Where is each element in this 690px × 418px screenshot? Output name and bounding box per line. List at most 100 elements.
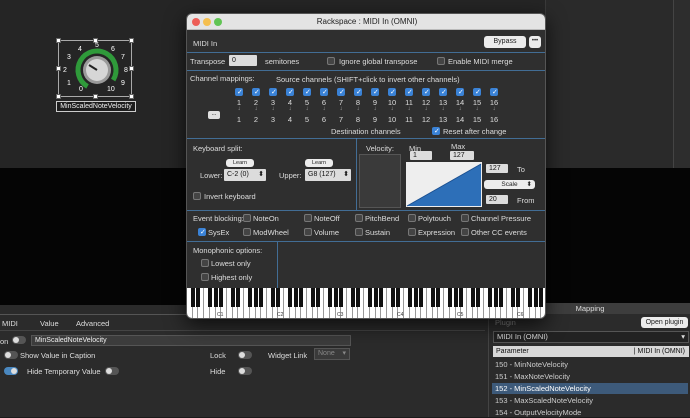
black-key[interactable] [413, 288, 418, 307]
black-key[interactable] [539, 288, 544, 307]
black-key[interactable] [516, 288, 521, 307]
tab-midi[interactable]: MIDI [2, 319, 18, 328]
velocity-mode-select[interactable]: Scale ⬍ [484, 180, 535, 189]
source-channel-checkbox[interactable] [371, 88, 379, 96]
black-key[interactable] [213, 288, 218, 307]
black-key[interactable] [207, 288, 212, 307]
highest-only-checkbox[interactable] [201, 273, 209, 281]
black-key[interactable] [333, 288, 338, 307]
black-key[interactable] [270, 288, 275, 307]
black-key[interactable] [453, 288, 458, 307]
destination-channel-number[interactable]: 12 [420, 115, 432, 124]
source-channel-checkbox[interactable] [405, 88, 413, 96]
event-checkbox[interactable] [408, 214, 416, 222]
hide-toggle[interactable] [238, 367, 252, 375]
black-key[interactable] [247, 288, 252, 307]
black-key[interactable] [230, 288, 235, 307]
source-channel-checkbox[interactable] [473, 88, 481, 96]
event-checkbox[interactable] [355, 228, 363, 236]
reset-after-change-checkbox[interactable] [432, 127, 440, 135]
event-checkbox[interactable] [304, 228, 312, 236]
more-button[interactable]: ••• [529, 36, 541, 48]
learn-upper-button[interactable]: Learn [305, 159, 333, 167]
destination-channel-number[interactable]: 11 [403, 115, 415, 124]
black-key[interactable] [316, 288, 321, 307]
black-key[interactable] [373, 288, 378, 307]
show-value-toggle[interactable] [4, 351, 18, 359]
destination-channel-number[interactable]: 13 [437, 115, 449, 124]
velocity-min-input[interactable]: 1 [410, 151, 432, 160]
source-channel-checkbox[interactable] [422, 88, 430, 96]
param-row[interactable]: 154 - OutputVelocityMode [492, 407, 688, 418]
black-key[interactable] [527, 288, 532, 307]
ignore-transpose-checkbox[interactable] [327, 57, 335, 65]
black-key[interactable] [367, 288, 372, 307]
tab-advanced[interactable]: Advanced [76, 319, 109, 328]
black-key[interactable] [293, 288, 298, 307]
invert-keyboard-checkbox[interactable] [193, 192, 201, 200]
transpose-input[interactable]: 0 [229, 55, 257, 66]
destination-channel-number[interactable]: 10 [386, 115, 398, 124]
source-channel-checkbox[interactable] [303, 88, 311, 96]
velocity-curve[interactable] [406, 162, 482, 207]
source-channel-checkbox[interactable] [456, 88, 464, 96]
black-key[interactable] [287, 288, 292, 307]
hide-temp-toggle[interactable] [4, 367, 18, 375]
black-key[interactable] [430, 288, 435, 307]
black-key[interactable] [219, 288, 224, 307]
black-key[interactable] [390, 288, 395, 307]
knob-dial[interactable] [59, 41, 133, 98]
hide-temp-toggle-2[interactable] [105, 367, 119, 375]
caption-name-field[interactable]: MinScaledNoteVelocity [31, 335, 351, 346]
source-channel-checkbox[interactable] [320, 88, 328, 96]
event-checkbox[interactable] [461, 228, 469, 236]
source-channel-checkbox[interactable] [235, 88, 243, 96]
source-channel-checkbox[interactable] [252, 88, 260, 96]
close-icon[interactable] [192, 18, 200, 26]
enable-merge-checkbox[interactable] [437, 57, 445, 65]
destination-channel-number[interactable]: 3 [267, 115, 279, 124]
black-key[interactable] [510, 288, 515, 307]
black-key[interactable] [253, 288, 258, 307]
source-channel-checkbox[interactable] [286, 88, 294, 96]
black-key[interactable] [407, 288, 412, 307]
source-channel-checkbox[interactable] [490, 88, 498, 96]
destination-channel-number[interactable]: 6 [318, 115, 330, 124]
window-titlebar[interactable]: Rackspace : MIDI In (OMNI) [187, 14, 545, 30]
source-channel-checkbox[interactable] [269, 88, 277, 96]
black-key[interactable] [339, 288, 344, 307]
event-checkbox[interactable] [243, 228, 251, 236]
event-checkbox[interactable] [461, 214, 469, 222]
black-key[interactable] [259, 288, 264, 307]
piano-keyboard[interactable]: C1 C2 C3 C4 C5 C6 [187, 288, 545, 318]
black-key[interactable] [350, 288, 355, 307]
learn-lower-button[interactable]: Learn [226, 159, 254, 167]
upper-select[interactable]: G8 (127) ⬍ [305, 169, 351, 181]
black-key[interactable] [299, 288, 304, 307]
destination-channel-number[interactable]: 1 [233, 115, 245, 124]
black-key[interactable] [379, 288, 384, 307]
param-row[interactable]: 153 - MaxScaledNoteVelocity [492, 395, 688, 406]
zoom-icon[interactable] [214, 18, 222, 26]
bypass-button[interactable]: Bypass [484, 36, 526, 48]
event-checkbox[interactable] [304, 214, 312, 222]
black-key[interactable] [236, 288, 241, 307]
destination-channel-number[interactable]: 7 [335, 115, 347, 124]
black-key[interactable] [356, 288, 361, 307]
destination-channel-number[interactable]: 14 [454, 115, 466, 124]
black-key[interactable] [419, 288, 424, 307]
destination-channel-number[interactable]: 16 [488, 115, 500, 124]
source-channel-checkbox[interactable] [388, 88, 396, 96]
open-plugin-button[interactable]: Open plugin [641, 317, 688, 328]
velocity-from-input[interactable]: 20 [486, 195, 508, 204]
widget-link-select[interactable]: None ▾ [314, 348, 350, 360]
tab-value[interactable]: Value [40, 319, 59, 328]
knob-widget-selection[interactable]: 0 1 2 3 4 5 6 7 8 9 10 [56, 38, 134, 99]
source-channel-checkbox[interactable] [439, 88, 447, 96]
black-key[interactable] [447, 288, 452, 307]
lowest-only-checkbox[interactable] [201, 259, 209, 267]
velocity-max-input[interactable]: 127 [450, 151, 474, 160]
minimize-icon[interactable] [203, 18, 211, 26]
event-checkbox[interactable] [243, 214, 251, 222]
event-checkbox[interactable] [355, 214, 363, 222]
